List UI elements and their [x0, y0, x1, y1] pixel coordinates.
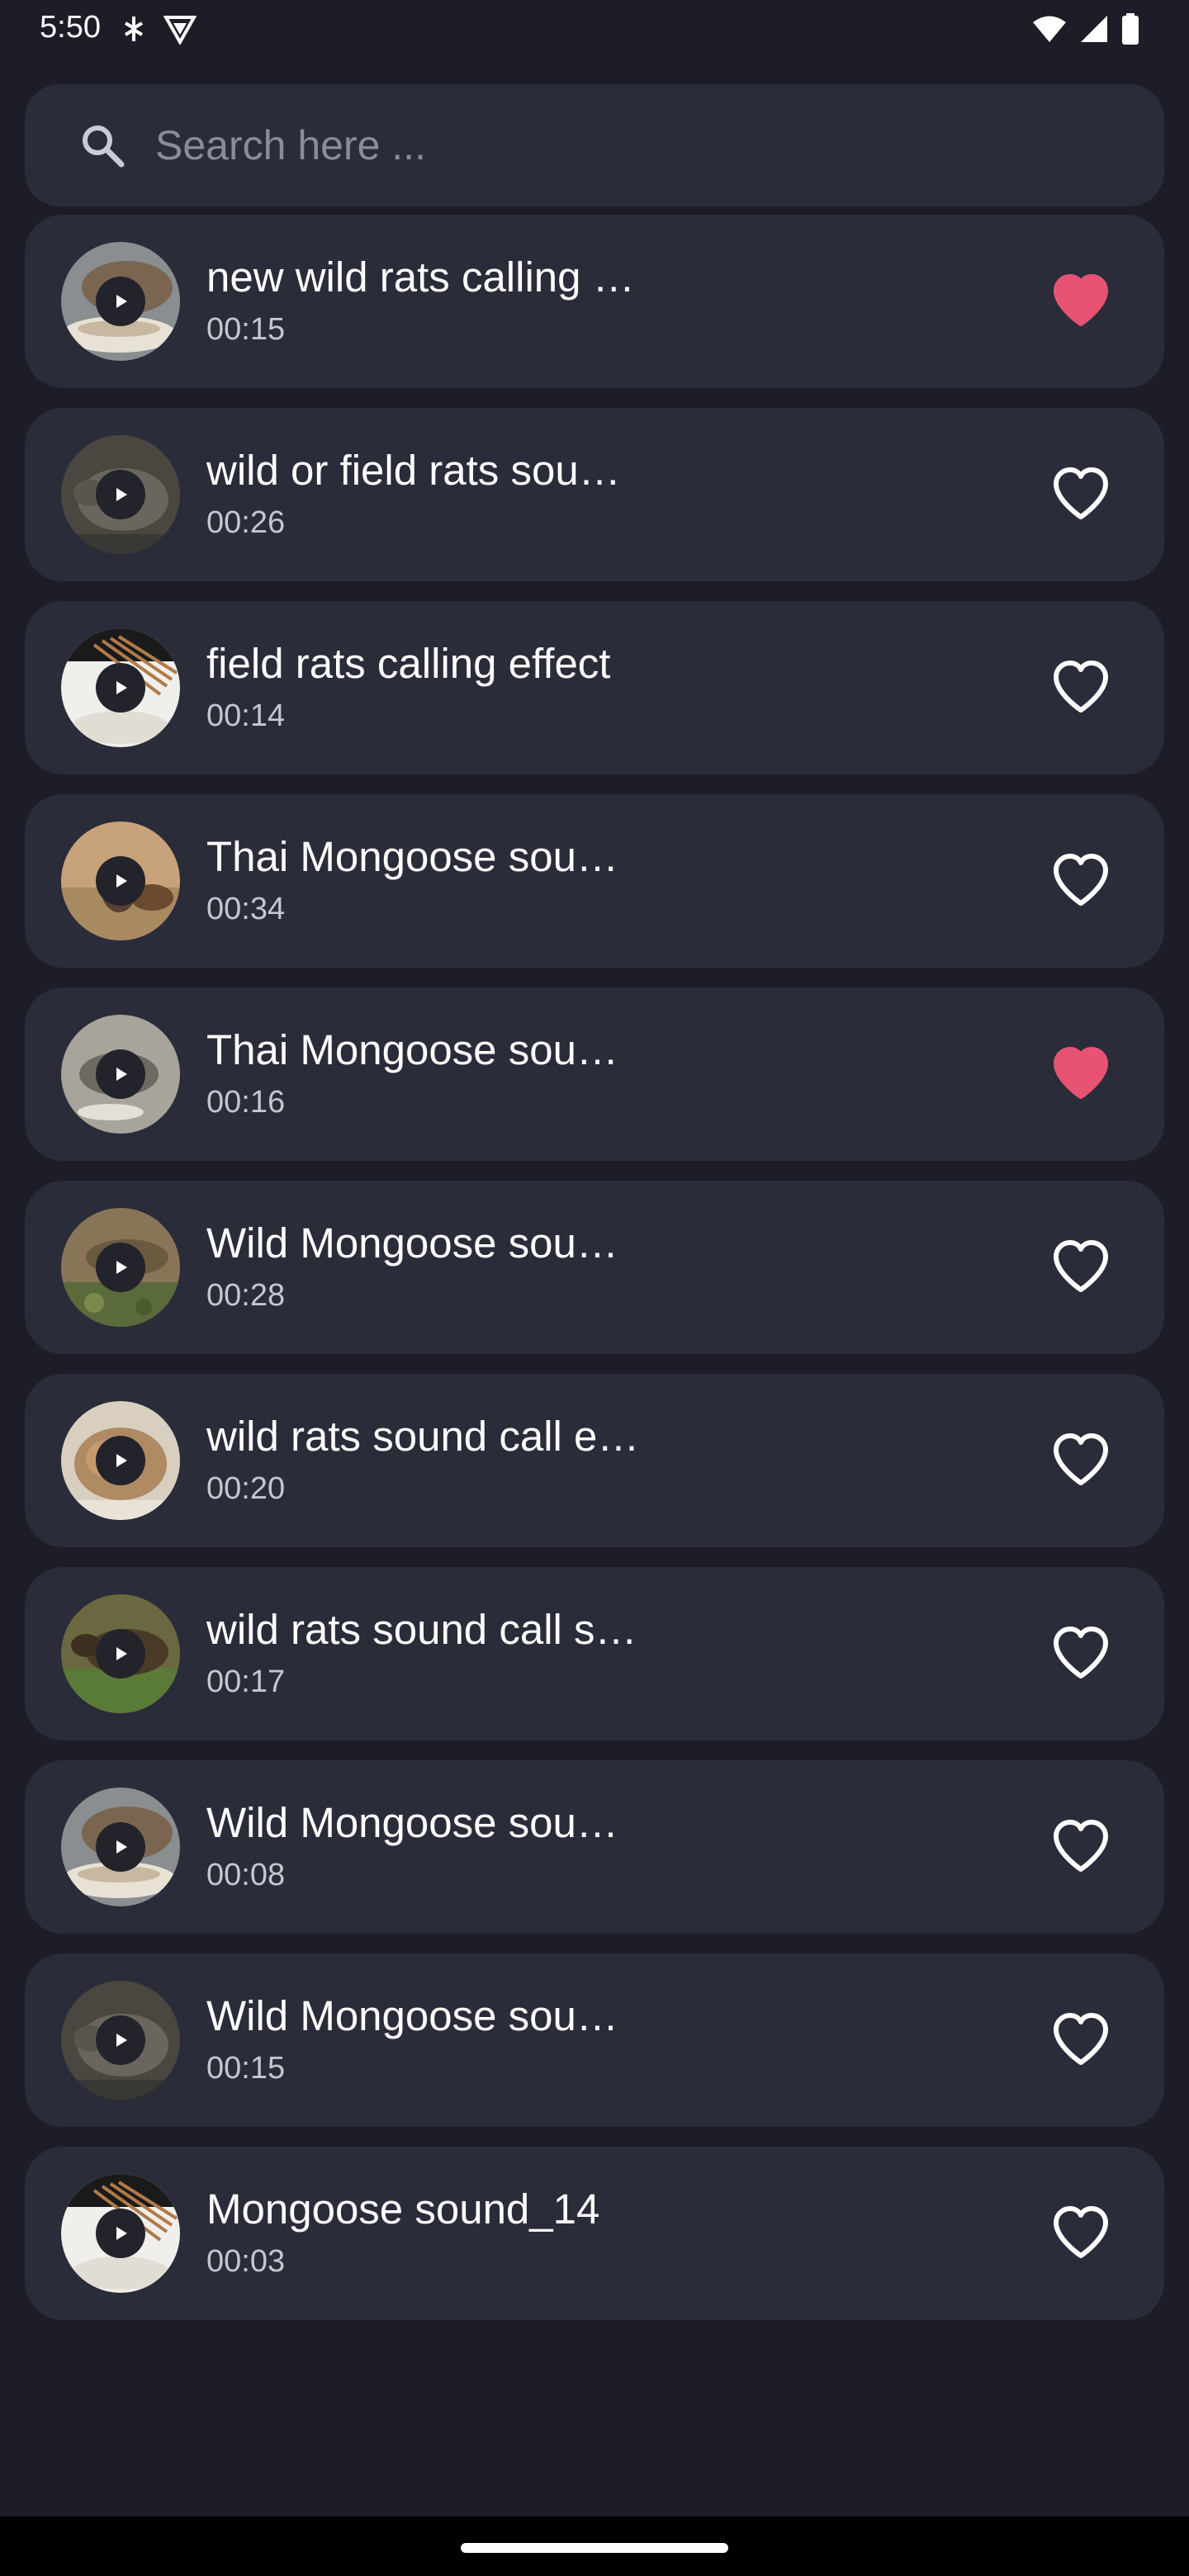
play-button[interactable] [96, 470, 145, 519]
favorite-heart-icon[interactable] [1052, 852, 1110, 910]
play-icon [116, 2227, 127, 2240]
sound-duration: 00:03 [206, 2244, 286, 2279]
sound-list-item[interactable]: wild or field rats sou… 00:26 [25, 408, 1164, 581]
play-icon [116, 1647, 127, 1660]
status-bar: 5:50 [0, 0, 1189, 59]
sound-title: Thai Mongoose sou… [206, 1026, 618, 1073]
sound-title: wild or field rats sou… [206, 447, 621, 494]
sound-duration: 00:28 [206, 1278, 286, 1313]
sound-duration: 00:08 [206, 1858, 286, 1892]
play-button[interactable] [96, 1629, 145, 1679]
sound-list-item[interactable]: Thai Mongoose sou… 00:16 [25, 987, 1164, 1161]
sound-duration: 00:20 [206, 1471, 286, 1506]
favorite-heart-icon[interactable] [1052, 466, 1110, 523]
play-button[interactable] [96, 1822, 145, 1872]
play-icon [116, 2034, 127, 2047]
play-icon [116, 681, 127, 694]
sound-title: Mongoose sound_14 [206, 2185, 600, 2233]
sound-duration: 00:15 [206, 312, 286, 347]
sound-list-item[interactable]: Thai Mongoose sou… 00:34 [25, 794, 1164, 968]
play-button[interactable] [96, 2209, 145, 2258]
sound-title: Wild Mongoose sou… [206, 1219, 618, 1267]
play-button[interactable] [96, 856, 145, 906]
sound-list-viewport[interactable]: wild rats sound_3 00:16 new wild rats ca… [0, 213, 1189, 2517]
sound-duration: 00:14 [206, 698, 286, 733]
sound-title: field rats calling effect [206, 640, 611, 687]
search-bar[interactable] [25, 84, 1164, 206]
play-icon [116, 1261, 127, 1274]
play-button[interactable] [96, 663, 145, 713]
play-button[interactable] [96, 277, 145, 326]
sound-list-item[interactable]: Wild Mongoose sou… 00:28 [25, 1181, 1164, 1354]
play-button[interactable] [96, 1243, 145, 1292]
favorite-heart-icon[interactable] [1052, 2204, 1110, 2262]
sound-duration: 00:17 [206, 1664, 286, 1699]
sound-list-item[interactable]: wild rats sound call s… 00:17 [25, 1567, 1164, 1740]
signal-icon [1081, 16, 1107, 42]
play-button[interactable] [96, 1049, 145, 1099]
sound-title: new wild rats calling … [206, 253, 635, 301]
wifi-icon [1033, 16, 1066, 42]
nfc-icon [124, 17, 144, 41]
sound-list-item[interactable]: Wild Mongoose sou… 00:15 [25, 1953, 1164, 2127]
sound-title: wild rats sound call e… [206, 1413, 640, 1460]
sound-title: wild rats sound call s… [206, 1606, 637, 1653]
favorite-heart-icon[interactable] [1052, 272, 1110, 330]
favorite-heart-icon[interactable] [1052, 1432, 1110, 1489]
play-button[interactable] [96, 1436, 145, 1485]
sound-title: Wild Mongoose sou… [206, 1799, 618, 1846]
sound-title: Thai Mongoose sou… [206, 833, 618, 880]
shield-icon [163, 16, 197, 45]
search-icon [83, 125, 125, 168]
play-icon [116, 488, 127, 501]
sound-list-item[interactable]: Mongoose sound_14 00:03 [25, 2147, 1164, 2320]
status-system-icons [1032, 13, 1139, 45]
search-input[interactable] [154, 121, 1106, 170]
status-time: 5:50 [40, 10, 101, 45]
play-button[interactable] [96, 2015, 145, 2065]
sound-duration: 00:26 [206, 505, 286, 540]
sound-title: Wild Mongoose sou… [206, 1992, 618, 2039]
favorite-heart-icon[interactable] [1052, 1045, 1110, 1103]
sound-duration: 00:15 [206, 2051, 286, 2086]
favorite-heart-icon[interactable] [1052, 1238, 1110, 1296]
sound-list-item[interactable]: new wild rats calling … 00:15 [25, 215, 1164, 388]
favorite-heart-icon[interactable] [1052, 1818, 1110, 1876]
sound-list-item[interactable]: field rats calling effect 00:14 [25, 601, 1164, 774]
play-icon [116, 295, 127, 308]
sound-duration: 00:16 [206, 1085, 286, 1120]
navigation-bar [0, 2517, 1189, 2576]
sound-duration: 00:34 [206, 892, 286, 926]
status-notification-icons [122, 15, 197, 45]
play-icon [116, 1454, 127, 1467]
home-indicator[interactable] [461, 2543, 728, 2553]
favorite-heart-icon[interactable] [1052, 1625, 1110, 1683]
favorite-heart-icon[interactable] [1052, 659, 1110, 717]
battery-icon [1122, 13, 1139, 45]
sound-list: wild rats sound_3 00:16 new wild rats ca… [25, 213, 1164, 2340]
sound-list-item[interactable]: wild rats sound call e… 00:20 [25, 1374, 1164, 1547]
play-icon [116, 874, 127, 888]
sound-list-item[interactable]: Wild Mongoose sou… 00:08 [25, 1760, 1164, 1934]
play-icon [116, 1840, 127, 1854]
play-icon [116, 1068, 127, 1081]
favorite-heart-icon[interactable] [1052, 2011, 1110, 2069]
